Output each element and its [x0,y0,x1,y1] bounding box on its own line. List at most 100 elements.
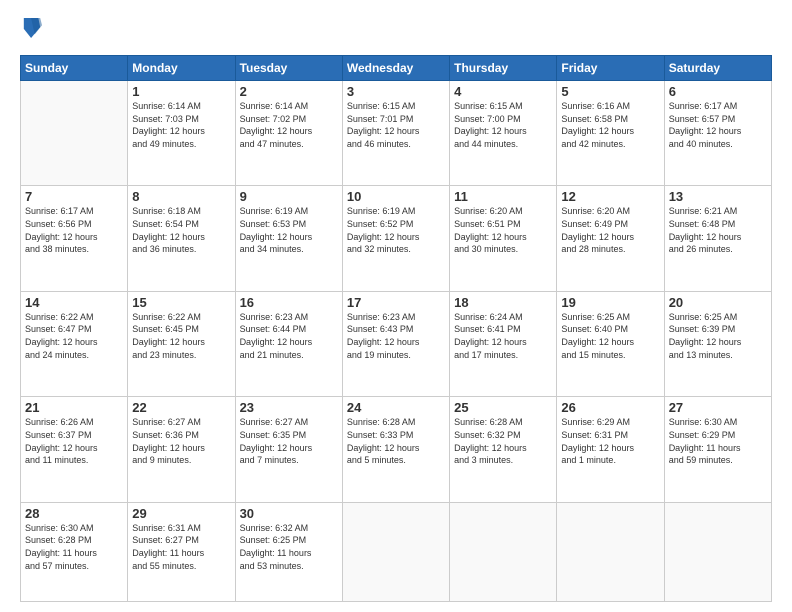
cell-daylight-info: Sunrise: 6:26 AM Sunset: 6:37 PM Dayligh… [25,416,123,466]
cell-daylight-info: Sunrise: 6:17 AM Sunset: 6:57 PM Dayligh… [669,100,767,150]
cell-date-number: 2 [240,84,338,99]
cell-daylight-info: Sunrise: 6:25 AM Sunset: 6:39 PM Dayligh… [669,311,767,361]
cell-date-number: 6 [669,84,767,99]
cell-date-number: 18 [454,295,552,310]
cell-date-number: 17 [347,295,445,310]
cell-date-number: 7 [25,189,123,204]
calendar-cell: 28Sunrise: 6:30 AM Sunset: 6:28 PM Dayli… [21,502,128,601]
cell-daylight-info: Sunrise: 6:28 AM Sunset: 6:33 PM Dayligh… [347,416,445,466]
cell-date-number: 19 [561,295,659,310]
cell-date-number: 22 [132,400,230,415]
weekday-header-saturday: Saturday [664,56,771,81]
calendar-cell: 25Sunrise: 6:28 AM Sunset: 6:32 PM Dayli… [450,397,557,502]
calendar-cell: 13Sunrise: 6:21 AM Sunset: 6:48 PM Dayli… [664,186,771,291]
cell-date-number: 13 [669,189,767,204]
cell-date-number: 15 [132,295,230,310]
calendar-cell: 20Sunrise: 6:25 AM Sunset: 6:39 PM Dayli… [664,291,771,396]
cell-date-number: 24 [347,400,445,415]
calendar-cell: 24Sunrise: 6:28 AM Sunset: 6:33 PM Dayli… [342,397,449,502]
calendar-cell: 16Sunrise: 6:23 AM Sunset: 6:44 PM Dayli… [235,291,342,396]
cell-daylight-info: Sunrise: 6:23 AM Sunset: 6:43 PM Dayligh… [347,311,445,361]
calendar-cell: 30Sunrise: 6:32 AM Sunset: 6:25 PM Dayli… [235,502,342,601]
cell-date-number: 12 [561,189,659,204]
calendar-cell: 1Sunrise: 6:14 AM Sunset: 7:03 PM Daylig… [128,81,235,186]
calendar-cell [342,502,449,601]
calendar-cell: 11Sunrise: 6:20 AM Sunset: 6:51 PM Dayli… [450,186,557,291]
cell-daylight-info: Sunrise: 6:21 AM Sunset: 6:48 PM Dayligh… [669,205,767,255]
weekday-header-tuesday: Tuesday [235,56,342,81]
cell-date-number: 20 [669,295,767,310]
calendar-cell [557,502,664,601]
cell-daylight-info: Sunrise: 6:15 AM Sunset: 7:00 PM Dayligh… [454,100,552,150]
logo-icon [22,16,42,40]
logo [20,16,48,45]
cell-date-number: 29 [132,506,230,521]
cell-daylight-info: Sunrise: 6:19 AM Sunset: 6:53 PM Dayligh… [240,205,338,255]
calendar-cell: 19Sunrise: 6:25 AM Sunset: 6:40 PM Dayli… [557,291,664,396]
cell-date-number: 10 [347,189,445,204]
cell-date-number: 26 [561,400,659,415]
weekday-header-friday: Friday [557,56,664,81]
cell-daylight-info: Sunrise: 6:14 AM Sunset: 7:02 PM Dayligh… [240,100,338,150]
cell-date-number: 30 [240,506,338,521]
cell-daylight-info: Sunrise: 6:24 AM Sunset: 6:41 PM Dayligh… [454,311,552,361]
cell-date-number: 1 [132,84,230,99]
cell-daylight-info: Sunrise: 6:31 AM Sunset: 6:27 PM Dayligh… [132,522,230,572]
cell-date-number: 28 [25,506,123,521]
cell-daylight-info: Sunrise: 6:20 AM Sunset: 6:49 PM Dayligh… [561,205,659,255]
cell-daylight-info: Sunrise: 6:22 AM Sunset: 6:45 PM Dayligh… [132,311,230,361]
cell-daylight-info: Sunrise: 6:25 AM Sunset: 6:40 PM Dayligh… [561,311,659,361]
cell-daylight-info: Sunrise: 6:14 AM Sunset: 7:03 PM Dayligh… [132,100,230,150]
calendar-table: SundayMondayTuesdayWednesdayThursdayFrid… [20,55,772,602]
calendar-cell: 3Sunrise: 6:15 AM Sunset: 7:01 PM Daylig… [342,81,449,186]
weekday-header-thursday: Thursday [450,56,557,81]
cell-daylight-info: Sunrise: 6:19 AM Sunset: 6:52 PM Dayligh… [347,205,445,255]
weekday-header-sunday: Sunday [21,56,128,81]
cell-daylight-info: Sunrise: 6:29 AM Sunset: 6:31 PM Dayligh… [561,416,659,466]
calendar-cell: 7Sunrise: 6:17 AM Sunset: 6:56 PM Daylig… [21,186,128,291]
calendar-cell: 17Sunrise: 6:23 AM Sunset: 6:43 PM Dayli… [342,291,449,396]
cell-date-number: 23 [240,400,338,415]
weekday-header-wednesday: Wednesday [342,56,449,81]
calendar-cell: 14Sunrise: 6:22 AM Sunset: 6:47 PM Dayli… [21,291,128,396]
weekday-header-monday: Monday [128,56,235,81]
cell-daylight-info: Sunrise: 6:27 AM Sunset: 6:36 PM Dayligh… [132,416,230,466]
calendar-cell: 12Sunrise: 6:20 AM Sunset: 6:49 PM Dayli… [557,186,664,291]
cell-date-number: 16 [240,295,338,310]
cell-date-number: 3 [347,84,445,99]
cell-daylight-info: Sunrise: 6:18 AM Sunset: 6:54 PM Dayligh… [132,205,230,255]
cell-date-number: 5 [561,84,659,99]
cell-daylight-info: Sunrise: 6:17 AM Sunset: 6:56 PM Dayligh… [25,205,123,255]
header [20,16,772,45]
calendar-cell: 23Sunrise: 6:27 AM Sunset: 6:35 PM Dayli… [235,397,342,502]
calendar-cell: 9Sunrise: 6:19 AM Sunset: 6:53 PM Daylig… [235,186,342,291]
cell-daylight-info: Sunrise: 6:30 AM Sunset: 6:28 PM Dayligh… [25,522,123,572]
cell-daylight-info: Sunrise: 6:23 AM Sunset: 6:44 PM Dayligh… [240,311,338,361]
cell-date-number: 14 [25,295,123,310]
calendar-cell: 27Sunrise: 6:30 AM Sunset: 6:29 PM Dayli… [664,397,771,502]
cell-daylight-info: Sunrise: 6:28 AM Sunset: 6:32 PM Dayligh… [454,416,552,466]
calendar-cell [450,502,557,601]
cell-date-number: 27 [669,400,767,415]
calendar-cell: 8Sunrise: 6:18 AM Sunset: 6:54 PM Daylig… [128,186,235,291]
cell-daylight-info: Sunrise: 6:22 AM Sunset: 6:47 PM Dayligh… [25,311,123,361]
calendar-cell: 6Sunrise: 6:17 AM Sunset: 6:57 PM Daylig… [664,81,771,186]
cell-daylight-info: Sunrise: 6:32 AM Sunset: 6:25 PM Dayligh… [240,522,338,572]
calendar-cell: 18Sunrise: 6:24 AM Sunset: 6:41 PM Dayli… [450,291,557,396]
calendar-cell: 2Sunrise: 6:14 AM Sunset: 7:02 PM Daylig… [235,81,342,186]
cell-date-number: 4 [454,84,552,99]
calendar-cell: 29Sunrise: 6:31 AM Sunset: 6:27 PM Dayli… [128,502,235,601]
calendar-cell [664,502,771,601]
calendar-cell: 5Sunrise: 6:16 AM Sunset: 6:58 PM Daylig… [557,81,664,186]
calendar-cell: 10Sunrise: 6:19 AM Sunset: 6:52 PM Dayli… [342,186,449,291]
calendar-cell [21,81,128,186]
cell-daylight-info: Sunrise: 6:15 AM Sunset: 7:01 PM Dayligh… [347,100,445,150]
cell-date-number: 25 [454,400,552,415]
cell-daylight-info: Sunrise: 6:20 AM Sunset: 6:51 PM Dayligh… [454,205,552,255]
calendar-cell: 4Sunrise: 6:15 AM Sunset: 7:00 PM Daylig… [450,81,557,186]
calendar-cell: 15Sunrise: 6:22 AM Sunset: 6:45 PM Dayli… [128,291,235,396]
cell-daylight-info: Sunrise: 6:27 AM Sunset: 6:35 PM Dayligh… [240,416,338,466]
calendar-cell: 21Sunrise: 6:26 AM Sunset: 6:37 PM Dayli… [21,397,128,502]
cell-date-number: 8 [132,189,230,204]
calendar-cell: 22Sunrise: 6:27 AM Sunset: 6:36 PM Dayli… [128,397,235,502]
